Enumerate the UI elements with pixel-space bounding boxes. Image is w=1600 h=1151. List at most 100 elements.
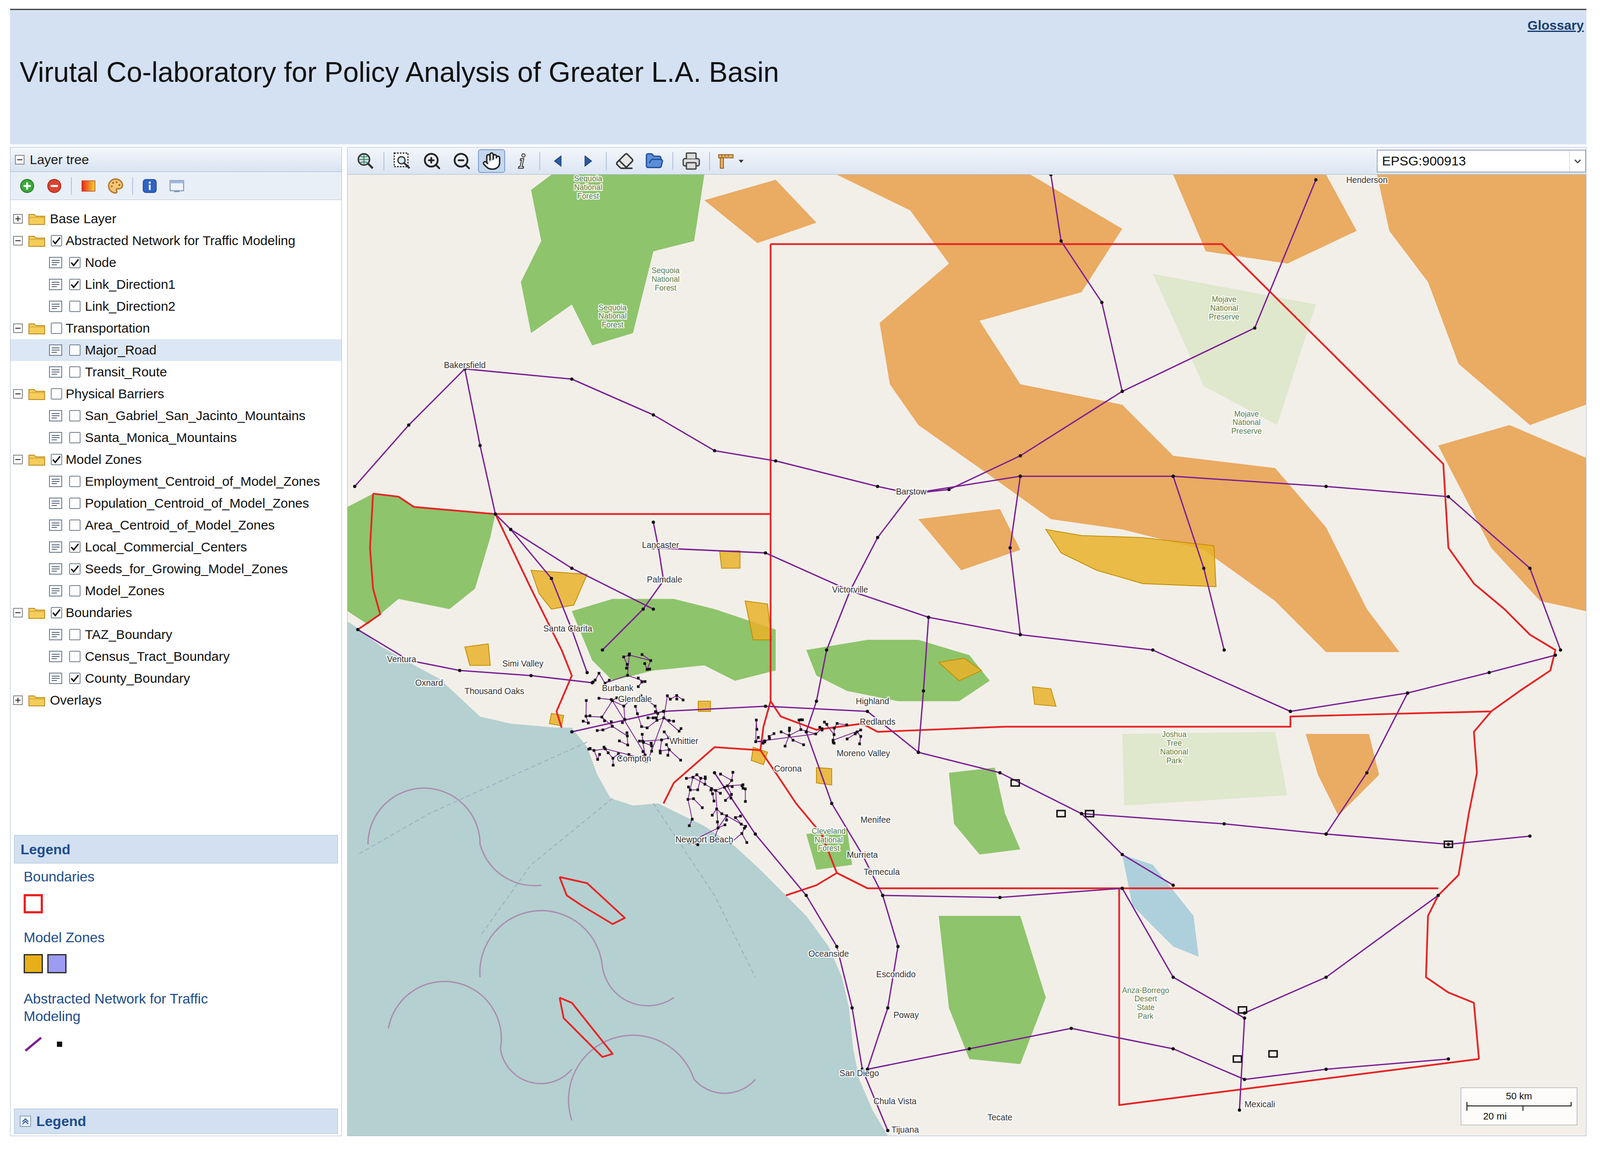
layer-label[interactable]: Model_Zones — [84, 583, 165, 599]
tree-layer-row[interactable]: Seeds_for_Growing_Model_Zones — [10, 558, 342, 581]
tree-layer-row[interactable]: Santa_Monica_Mountains — [10, 426, 342, 449]
layer-label[interactable]: TAZ_Boundary — [84, 626, 173, 643]
remove-layer-button[interactable] — [43, 175, 65, 197]
folder-label[interactable]: Physical Barriers — [65, 386, 165, 402]
checkbox[interactable] — [69, 366, 81, 378]
tree-layer-row[interactable]: Major_Road — [10, 339, 342, 362]
checkbox[interactable] — [69, 300, 81, 313]
folder-label[interactable]: Model Zones — [65, 451, 142, 468]
collapse-icon[interactable] — [13, 323, 23, 334]
checkbox[interactable] — [69, 672, 81, 685]
window-button[interactable] — [166, 175, 188, 197]
folder-label[interactable]: Boundaries — [65, 604, 133, 621]
city-label: Tijuana — [891, 1125, 919, 1135]
collapse-icon[interactable] — [13, 389, 23, 399]
layer-label[interactable]: Transit_Route — [84, 364, 167, 380]
checkbox[interactable] — [69, 563, 81, 575]
tree-folder-row[interactable]: Physical Barriers — [10, 383, 342, 405]
tree-layer-row[interactable]: TAZ_Boundary — [10, 623, 342, 646]
checkbox[interactable] — [69, 585, 81, 597]
zoom-extent-button[interactable] — [351, 149, 380, 173]
checkbox[interactable] — [69, 475, 81, 488]
tree-layer-row[interactable]: County_Boundary — [10, 667, 342, 690]
zoom-out-button[interactable] — [448, 149, 476, 173]
city-label: Ventura — [386, 654, 417, 665]
back-button[interactable] — [544, 149, 572, 173]
tree-folder-row[interactable]: Abstracted Network for Traffic Modeling — [10, 229, 342, 252]
tree-layer-row[interactable]: Area_Centroid_of_Model_Zones — [10, 514, 342, 537]
tree-layer-row[interactable]: Model_Zones — [10, 580, 342, 602]
projection-select[interactable]: EPSG:900913 — [1376, 149, 1586, 173]
layer-label[interactable]: Santa_Monica_Mountains — [84, 429, 237, 446]
layer-label[interactable]: Node — [84, 254, 117, 271]
layer-label[interactable]: Major_Road — [84, 342, 157, 359]
open-button[interactable] — [640, 149, 669, 173]
checkbox[interactable] — [50, 388, 63, 400]
map-view[interactable]: HendersonSequoiaNationalForestSequoiaNat… — [347, 174, 1586, 1136]
tree-folder-row[interactable]: Boundaries — [10, 601, 342, 624]
collapse-icon[interactable] — [13, 608, 23, 618]
color-button[interactable] — [77, 175, 99, 197]
layer-label[interactable]: Census_Tract_Boundary — [84, 648, 230, 665]
collapse-icon[interactable] — [14, 154, 25, 165]
layer-label[interactable]: San_Gabriel_San_Jacinto_Mountains — [84, 407, 306, 424]
layer-label[interactable]: Area_Centroid_of_Model_Zones — [84, 517, 275, 534]
checkbox[interactable] — [69, 344, 81, 356]
folder-label[interactable]: Abstracted Network for Traffic Modeling — [65, 232, 296, 249]
pan-button[interactable] — [478, 149, 506, 173]
style-button[interactable] — [105, 175, 127, 197]
glossary-link[interactable]: Glossary — [1527, 17, 1584, 34]
tree-layer-row[interactable]: Transit_Route — [10, 361, 342, 384]
checkbox[interactable] — [69, 278, 81, 291]
checkbox[interactable] — [69, 629, 81, 641]
checkbox[interactable] — [69, 650, 81, 663]
layer-label[interactable]: County_Boundary — [84, 670, 190, 687]
measure-button[interactable] — [714, 149, 747, 173]
tree-layer-row[interactable]: Census_Tract_Boundary — [10, 645, 342, 668]
tree-layer-row[interactable]: Employment_Centroid_of_Model_Zones — [10, 470, 342, 493]
layer-label[interactable]: Seeds_for_Growing_Model_Zones — [84, 561, 289, 577]
checkbox[interactable] — [69, 519, 81, 531]
checkbox[interactable] — [69, 541, 81, 553]
checkbox[interactable] — [50, 322, 63, 335]
tree-folder-row[interactable]: Overlays — [10, 689, 342, 712]
expand-icon[interactable] — [13, 214, 23, 224]
folder-label[interactable]: Base Layer — [49, 210, 117, 227]
tree-layer-row[interactable]: Population_Centroid_of_Model_Zones — [10, 492, 342, 515]
expand-icon[interactable] — [13, 695, 23, 706]
zoom-in-button[interactable] — [418, 149, 446, 173]
info-button[interactable] — [139, 175, 161, 197]
tree-layer-row[interactable]: Link_Direction1 — [10, 273, 342, 296]
layer-label[interactable]: Population_Centroid_of_Model_Zones — [84, 495, 310, 512]
layer-label[interactable]: Local_Commercial_Centers — [84, 539, 247, 556]
folder-label[interactable]: Transportation — [65, 320, 150, 337]
tree-layer-row[interactable]: Node — [10, 251, 342, 274]
info-button[interactable] — [507, 149, 535, 173]
clear-button[interactable] — [611, 149, 639, 173]
checkbox[interactable] — [69, 256, 81, 269]
tree-layer-row[interactable]: Local_Commercial_Centers — [10, 536, 342, 559]
tree-layer-row[interactable]: Link_Direction2 — [10, 295, 342, 318]
checkbox[interactable] — [69, 410, 81, 422]
tree-layer-row[interactable]: San_Gabriel_San_Jacinto_Mountains — [10, 404, 342, 427]
tree-folder-row[interactable]: Base Layer — [10, 207, 342, 230]
checkbox[interactable] — [50, 453, 63, 466]
checkbox[interactable] — [50, 607, 63, 619]
print-button[interactable] — [677, 149, 705, 173]
layer-label[interactable]: Employment_Centroid_of_Model_Zones — [84, 473, 320, 490]
layer-label[interactable]: Link_Direction2 — [84, 298, 176, 315]
tree-folder-row[interactable]: Model Zones — [10, 448, 342, 471]
folder-label[interactable]: Overlays — [49, 692, 102, 709]
checkbox[interactable] — [50, 235, 63, 247]
legend-footer[interactable]: Legend — [14, 1108, 338, 1135]
zoom-box-button[interactable] — [388, 149, 416, 173]
collapse-icon[interactable] — [13, 235, 23, 246]
forward-button[interactable] — [574, 149, 602, 173]
checkbox[interactable] — [69, 432, 81, 444]
layer-label[interactable]: Link_Direction1 — [84, 276, 176, 293]
checkbox[interactable] — [69, 497, 81, 510]
map-canvas[interactable]: HendersonSequoiaNationalForestSequoiaNat… — [347, 174, 1586, 1136]
add-layer-button[interactable] — [16, 175, 38, 197]
tree-folder-row[interactable]: Transportation — [10, 317, 342, 340]
collapse-icon[interactable] — [13, 454, 23, 465]
